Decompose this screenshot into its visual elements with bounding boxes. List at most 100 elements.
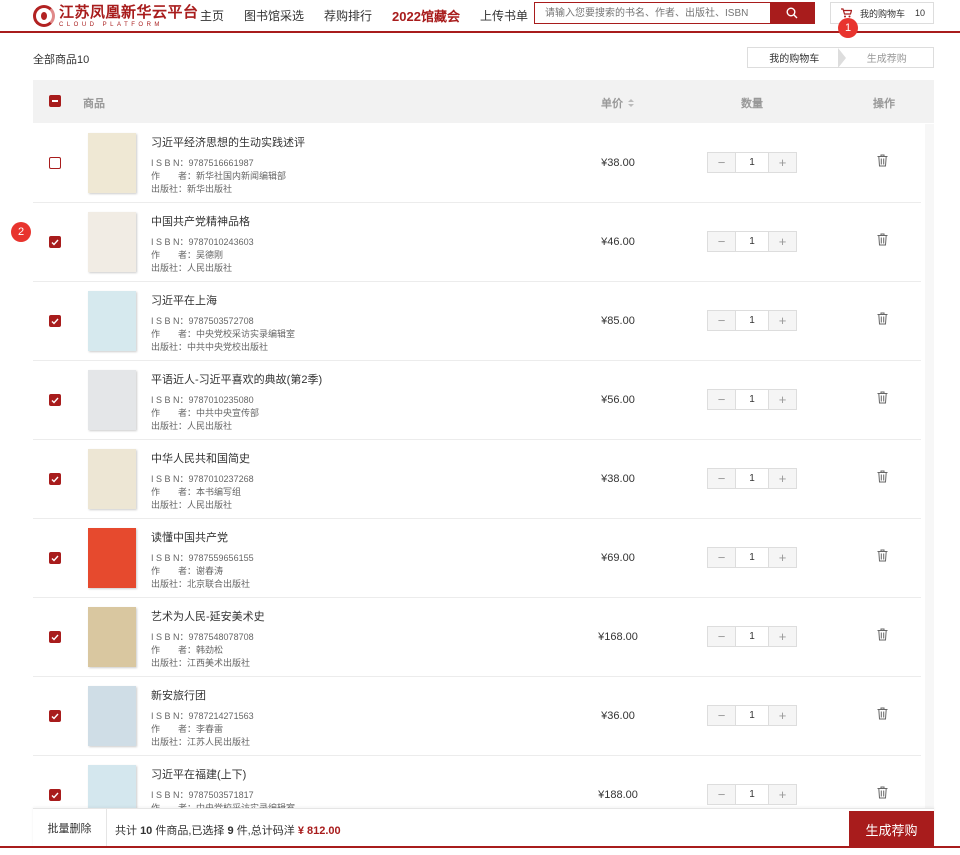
table-row: 习近平在福建(上下) I S B N：9787503571817 作 者：中央党… xyxy=(33,756,921,808)
column-price[interactable]: 单价 xyxy=(601,95,635,111)
delete-item-button[interactable] xyxy=(877,312,888,328)
decrease-button[interactable]: − xyxy=(708,153,735,172)
delete-item-button[interactable] xyxy=(877,154,888,170)
book-cover-image[interactable] xyxy=(88,370,136,430)
generate-recommend-button[interactable]: 生成荐购 xyxy=(849,811,934,847)
decrease-button[interactable]: − xyxy=(708,548,735,567)
book-title[interactable]: 习近平在福建(上下) xyxy=(151,766,246,782)
select-all-checkbox[interactable] xyxy=(49,95,61,107)
check-icon xyxy=(51,239,59,246)
book-isbn: I S B N：9787559656155 xyxy=(151,553,254,563)
decrease-button[interactable]: − xyxy=(708,311,735,330)
book-title[interactable]: 习近平经济思想的生动实践述评 xyxy=(151,134,305,150)
check-icon xyxy=(51,555,59,562)
increase-button[interactable]: + xyxy=(769,627,796,646)
search-button[interactable] xyxy=(770,3,814,23)
item-price: ¥168.00 xyxy=(598,631,638,643)
table-row: 艺术为人民-延安美术史 I S B N：9787548078708 作 者：韩劲… xyxy=(33,598,921,677)
delete-item-button[interactable] xyxy=(877,707,888,723)
quantity-value[interactable]: 1 xyxy=(735,785,769,804)
book-title[interactable]: 中国共产党精神品格 xyxy=(151,213,250,229)
nav-library-selection[interactable]: 图书馆采选 xyxy=(244,7,304,24)
decrease-button[interactable]: − xyxy=(708,469,735,488)
increase-button[interactable]: + xyxy=(769,785,796,804)
quantity-value[interactable]: 1 xyxy=(735,311,769,330)
quantity-stepper: − 1 + xyxy=(707,626,797,647)
nav-2022-collection-fair[interactable]: 2022馆藏会 xyxy=(392,6,460,25)
quantity-value[interactable]: 1 xyxy=(735,548,769,567)
quantity-value[interactable]: 1 xyxy=(735,390,769,409)
nav-recommend-ranking[interactable]: 荐购排行 xyxy=(324,7,372,24)
book-cover-image[interactable] xyxy=(88,607,136,667)
trash-icon xyxy=(877,312,888,325)
delete-item-button[interactable] xyxy=(877,628,888,644)
progress-steps: 我的购物车 生成荐购 xyxy=(747,47,934,68)
item-checkbox[interactable] xyxy=(49,789,61,801)
annotation-badge-1: 1 xyxy=(838,18,858,38)
trash-icon xyxy=(877,549,888,562)
book-cover-image[interactable] xyxy=(88,212,136,272)
increase-button[interactable]: + xyxy=(769,153,796,172)
trash-icon xyxy=(877,233,888,246)
increase-button[interactable]: + xyxy=(769,232,796,251)
book-title[interactable]: 新安旅行团 xyxy=(151,687,206,703)
decrease-button[interactable]: − xyxy=(708,232,735,251)
increase-button[interactable]: + xyxy=(769,548,796,567)
logo[interactable]: 江苏凤凰新华云平台 CLOUD PLATFORM xyxy=(33,2,199,30)
quantity-value[interactable]: 1 xyxy=(735,232,769,251)
book-cover-image[interactable] xyxy=(88,686,136,746)
table-row: 新安旅行团 I S B N：9787214271563 作 者：李春雷 出版社：… xyxy=(33,677,921,756)
increase-button[interactable]: + xyxy=(769,390,796,409)
delete-item-button[interactable] xyxy=(877,470,888,486)
item-checkbox[interactable] xyxy=(49,236,61,248)
item-checkbox[interactable] xyxy=(49,157,61,169)
quantity-value[interactable]: 1 xyxy=(735,627,769,646)
total-price: ¥ 812.00 xyxy=(297,825,341,837)
nav-home[interactable]: 主页 xyxy=(200,7,224,24)
increase-button[interactable]: + xyxy=(769,706,796,725)
quantity-stepper: − 1 + xyxy=(707,468,797,489)
step-my-cart: 我的购物车 xyxy=(769,54,820,65)
book-title[interactable]: 平语近人-习近平喜欢的典故(第2季) xyxy=(151,371,322,387)
nav-upload-booklist[interactable]: 上传书单 xyxy=(480,7,528,24)
item-checkbox[interactable] xyxy=(49,315,61,327)
decrease-button[interactable]: − xyxy=(708,785,735,804)
book-title[interactable]: 中华人民共和国简史 xyxy=(151,450,250,466)
item-checkbox[interactable] xyxy=(49,473,61,485)
book-author: 作 者：中共中央宣传部 xyxy=(151,408,260,418)
decrease-button[interactable]: − xyxy=(708,627,735,646)
delete-item-button[interactable] xyxy=(877,391,888,407)
quantity-value[interactable]: 1 xyxy=(735,469,769,488)
delete-item-button[interactable] xyxy=(877,786,888,802)
book-title[interactable]: 艺术为人民-延安美术史 xyxy=(151,608,265,624)
delete-item-button[interactable] xyxy=(877,549,888,565)
decrease-button[interactable]: − xyxy=(708,390,735,409)
book-cover-image[interactable] xyxy=(88,291,136,351)
item-checkbox[interactable] xyxy=(49,631,61,643)
book-cover-image[interactable] xyxy=(88,765,136,808)
table-row: 平语近人-习近平喜欢的典故(第2季) I S B N：9787010235080… xyxy=(33,361,921,440)
increase-button[interactable]: + xyxy=(769,311,796,330)
book-publisher: 出版社：中共中央党校出版社 xyxy=(151,342,269,352)
book-cover-image[interactable] xyxy=(88,528,136,588)
search-input[interactable] xyxy=(535,3,770,23)
check-icon xyxy=(51,713,59,720)
item-checkbox[interactable] xyxy=(49,710,61,722)
delete-item-button[interactable] xyxy=(877,233,888,249)
increase-button[interactable]: + xyxy=(769,469,796,488)
batch-delete-button[interactable]: 批量删除 xyxy=(33,809,107,847)
quantity-value[interactable]: 1 xyxy=(735,706,769,725)
book-isbn: I S B N：9787503571817 xyxy=(151,790,254,800)
scrollbar[interactable] xyxy=(925,124,934,808)
table-header: 商品 单价 数量 操作 xyxy=(33,80,934,123)
book-cover-image[interactable] xyxy=(88,449,136,509)
quantity-value[interactable]: 1 xyxy=(735,153,769,172)
book-cover-image[interactable] xyxy=(88,133,136,193)
item-checkbox[interactable] xyxy=(49,552,61,564)
item-checkbox[interactable] xyxy=(49,394,61,406)
decrease-button[interactable]: − xyxy=(708,706,735,725)
book-title[interactable]: 习近平在上海 xyxy=(151,292,217,308)
book-title[interactable]: 读懂中国共产党 xyxy=(151,529,228,545)
cart-summary: 共计 10 件商品,已选择 9 件,总计码洋 ¥ 812.00 xyxy=(115,822,341,838)
check-icon xyxy=(51,792,59,799)
